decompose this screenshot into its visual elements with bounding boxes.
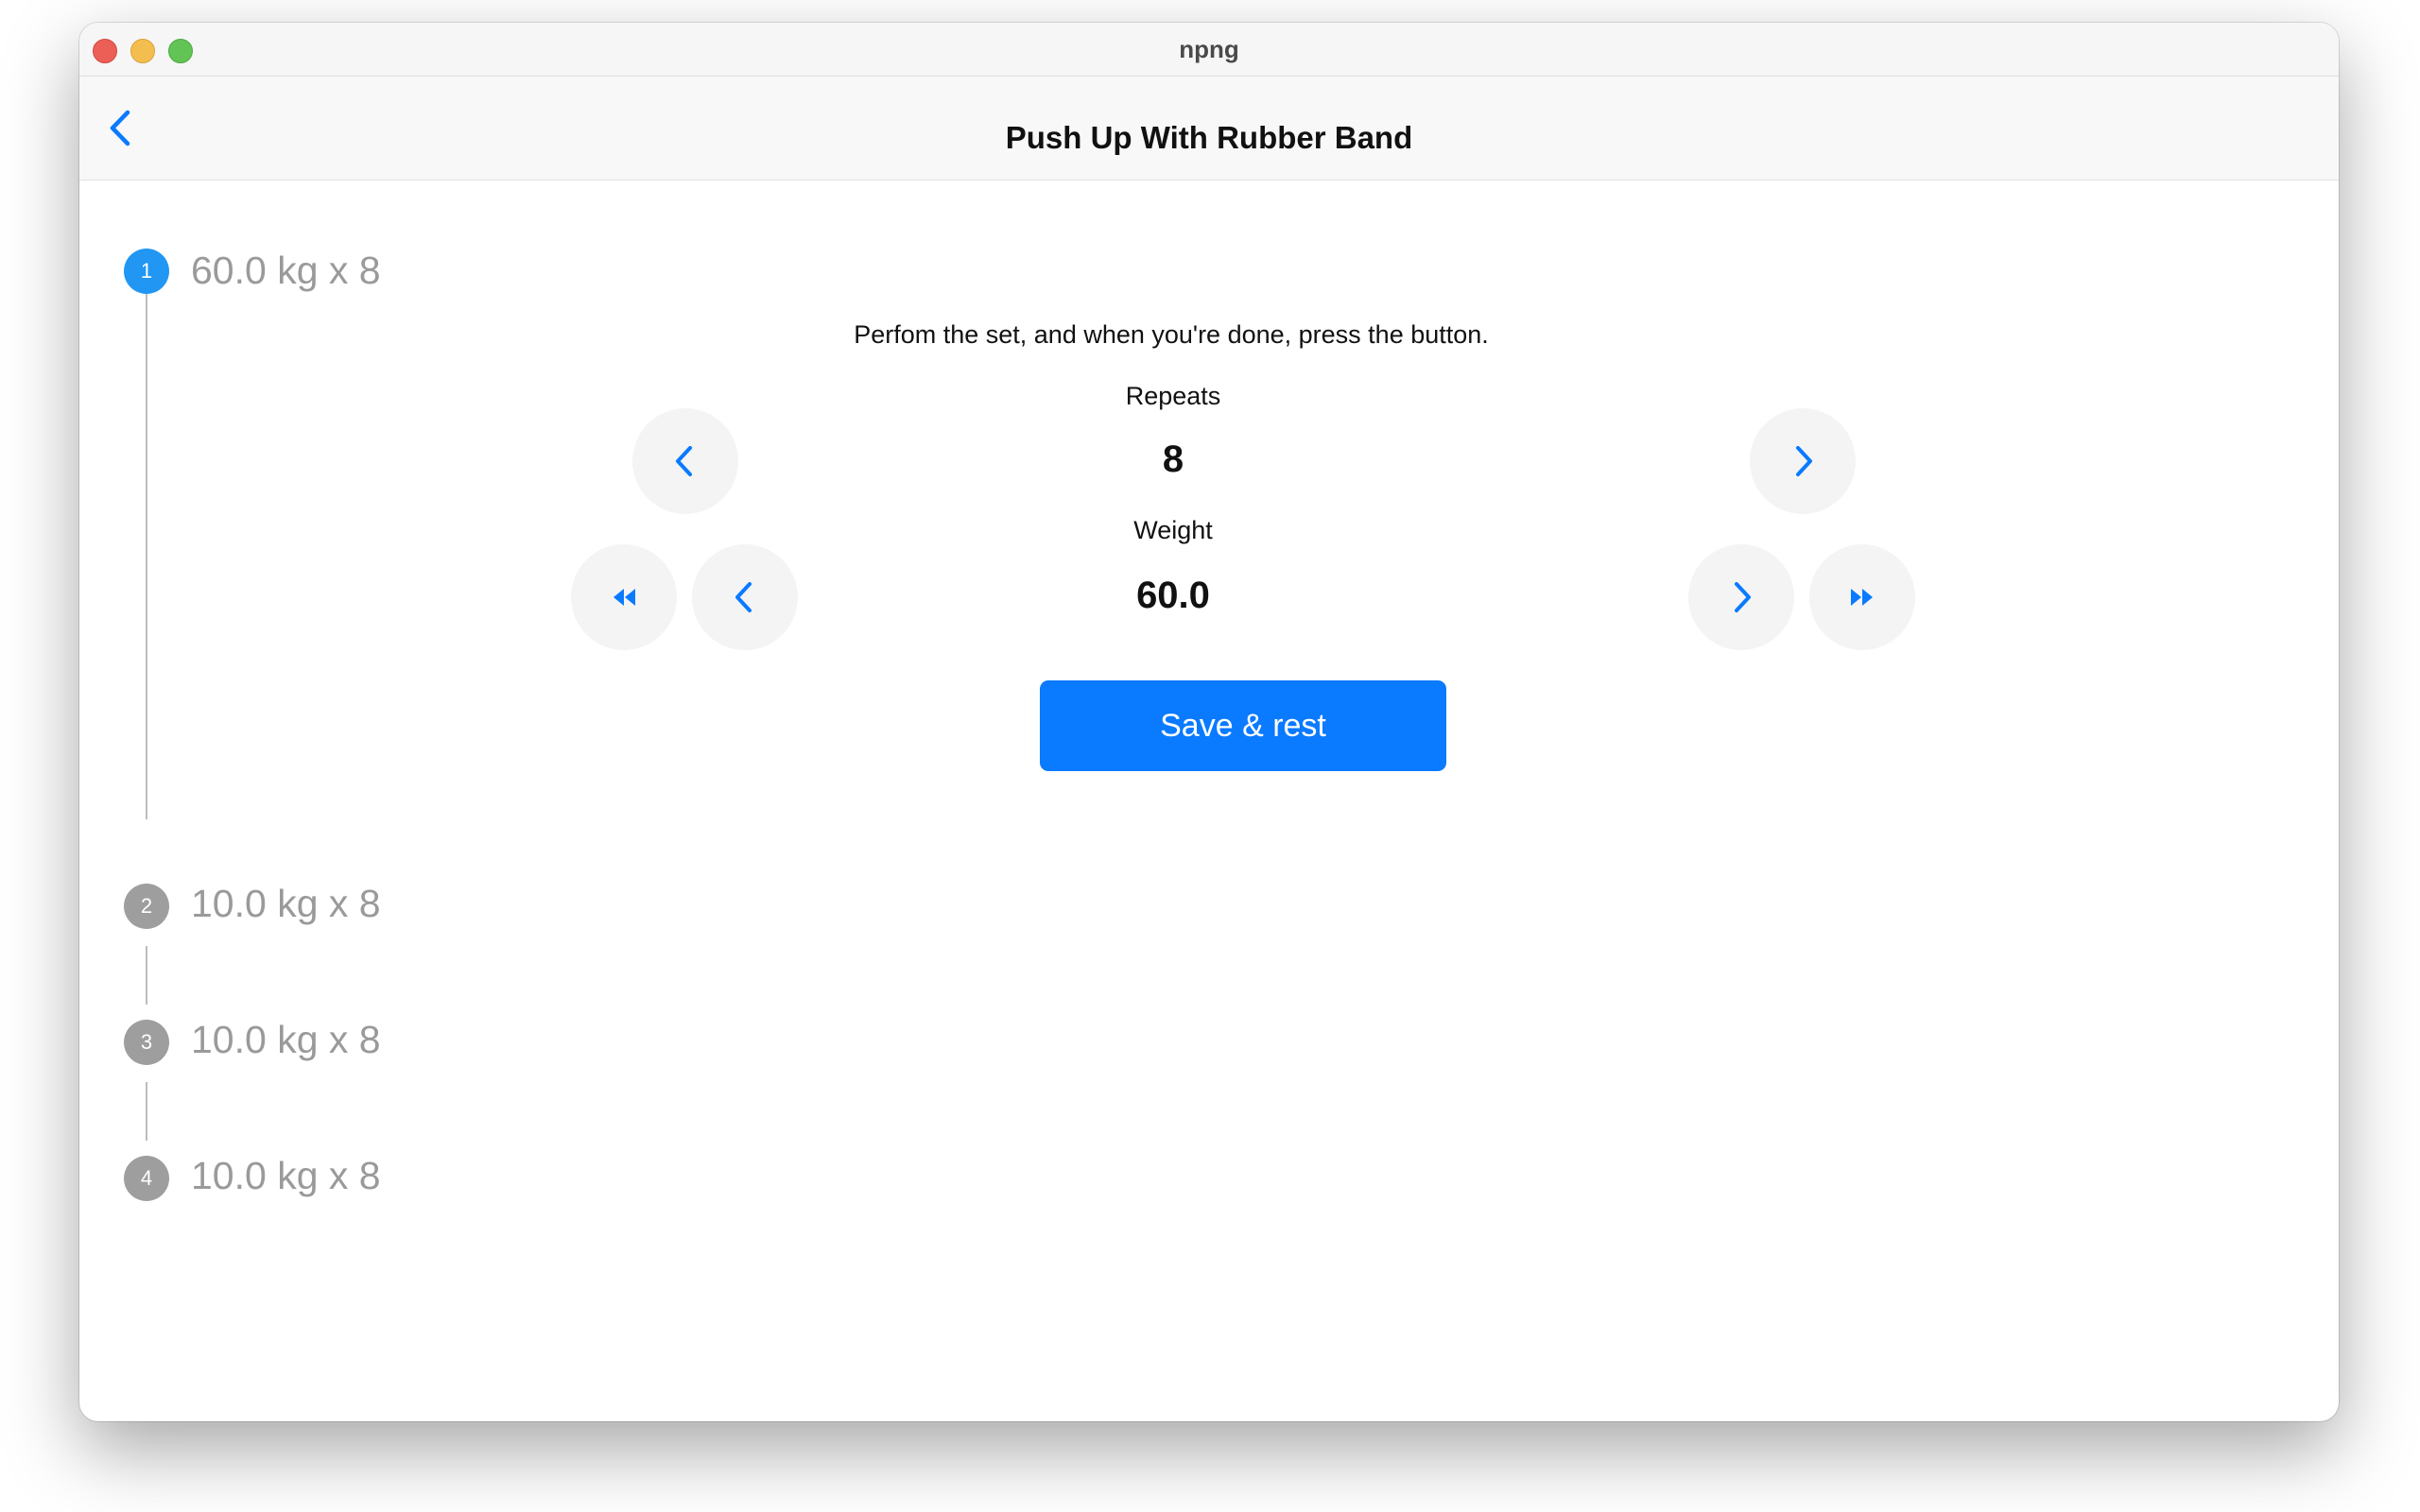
chevron-right-icon: [1796, 446, 1812, 476]
chevron-right-icon: [1735, 582, 1751, 612]
navigation-bar: Push Up With Rubber Band: [79, 77, 2339, 180]
step-number-3[interactable]: 3: [124, 1020, 169, 1065]
chevron-left-icon: [735, 582, 752, 612]
window-title: npng: [1179, 35, 1239, 63]
save-and-rest-button[interactable]: Save & rest: [1040, 680, 1446, 771]
repeats-increment-button[interactable]: [1750, 408, 1856, 514]
page-title: Push Up With Rubber Band: [1005, 120, 1413, 155]
repeats-decrement-button[interactable]: [632, 408, 738, 514]
weight-label: Weight: [1133, 516, 1213, 544]
weight-value: 60.0: [1136, 575, 1210, 616]
step-label-3[interactable]: 10.0 kg x 8: [191, 1018, 381, 1062]
step-label-2[interactable]: 10.0 kg x 8: [191, 882, 381, 926]
step-number-1[interactable]: 1: [124, 249, 169, 294]
fast-forward-icon: [1851, 589, 1873, 606]
step-connector: [146, 1082, 147, 1141]
chevron-left-icon: [676, 446, 692, 476]
set-instruction: Perfom the set, and when you're done, pr…: [854, 320, 1489, 349]
step-number-4[interactable]: 4: [124, 1156, 169, 1201]
step-connector: [146, 946, 147, 1005]
rewind-icon: [614, 589, 635, 606]
step-label-1[interactable]: 60.0 kg x 8: [191, 249, 381, 293]
repeats-value: 8: [1162, 438, 1184, 480]
weight-increment-button[interactable]: [1688, 544, 1794, 650]
title-bar: npng: [79, 23, 2339, 77]
step-number-2[interactable]: 2: [124, 884, 169, 929]
step-connector: [146, 262, 147, 819]
step-label-4[interactable]: 10.0 kg x 8: [191, 1154, 381, 1198]
weight-fast-increment-button[interactable]: [1809, 544, 1915, 650]
app-window: npng Push Up With Rubber Band 1 60.0 kg …: [79, 23, 2339, 1421]
repeats-label: Repeats: [1125, 382, 1221, 410]
weight-decrement-button[interactable]: [692, 544, 798, 650]
weight-fast-decrement-button[interactable]: [571, 544, 677, 650]
